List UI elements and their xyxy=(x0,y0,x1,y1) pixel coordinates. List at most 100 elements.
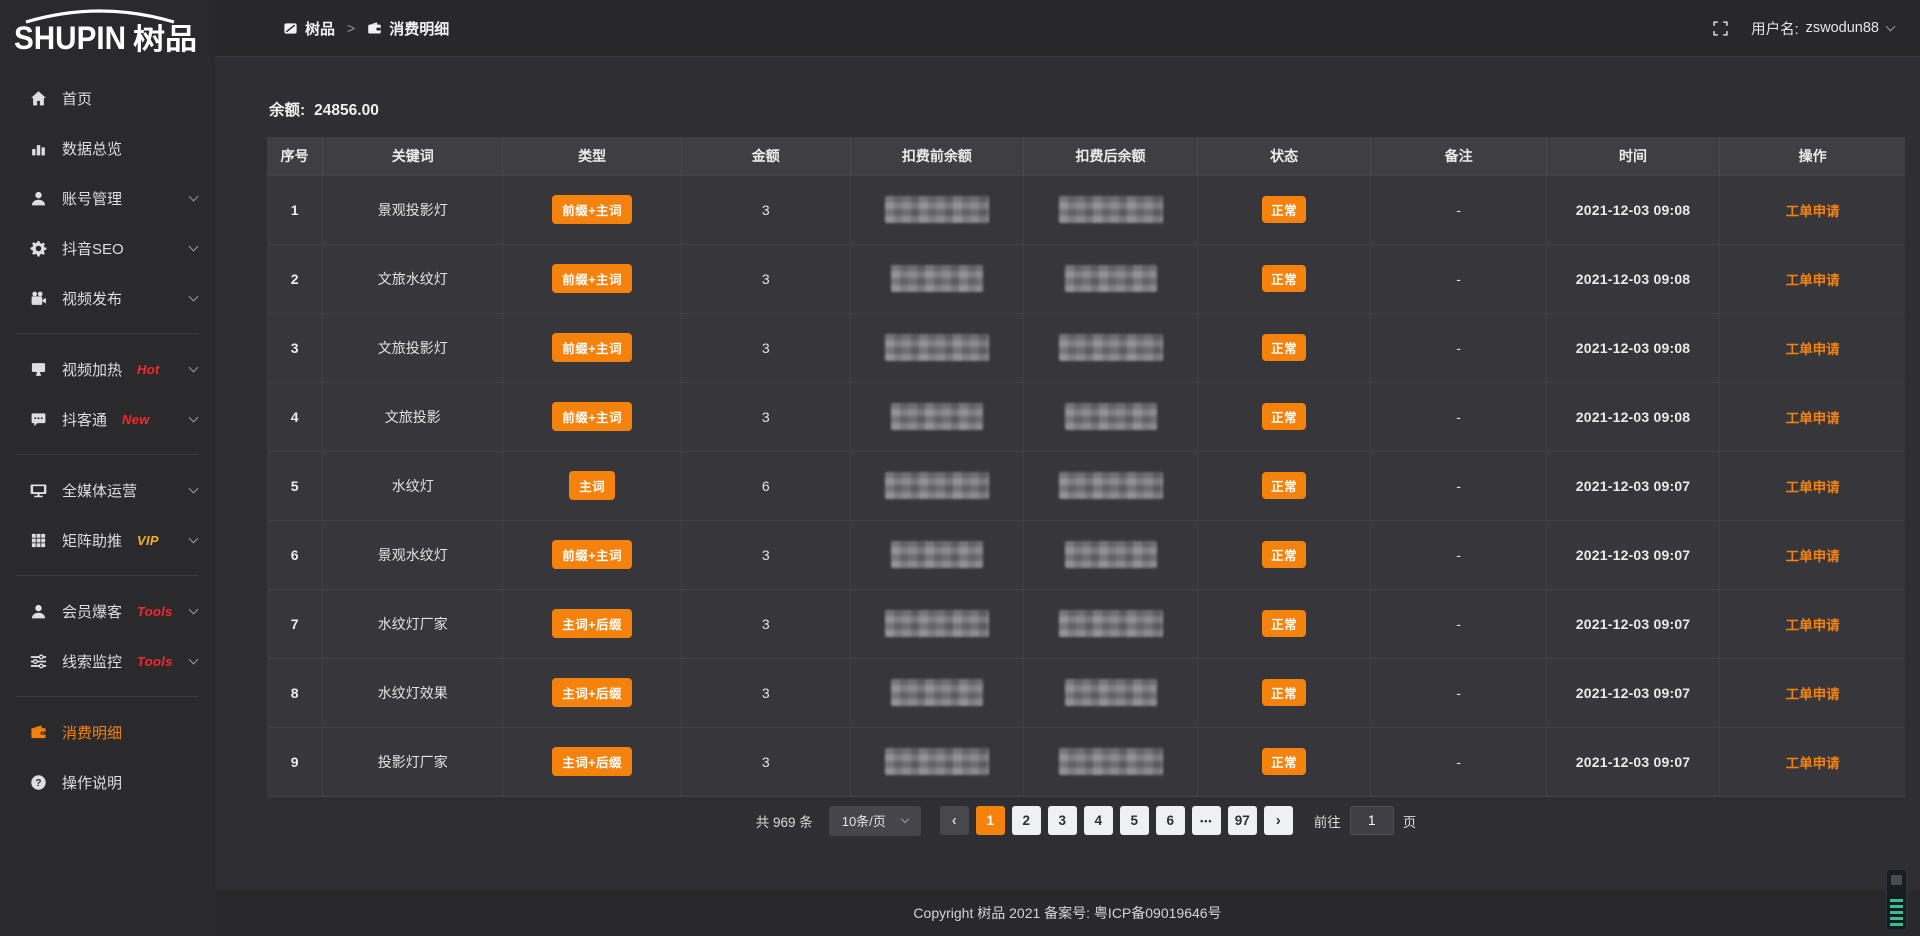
page-button-97[interactable]: 97 xyxy=(1228,806,1257,835)
work-order-link[interactable]: 工单申请 xyxy=(1786,549,1840,564)
next-page-button[interactable]: › xyxy=(1264,806,1293,835)
cell-status: 正常 xyxy=(1197,658,1371,727)
status-badge: 正常 xyxy=(1262,679,1306,706)
goto-page-input[interactable] xyxy=(1350,806,1394,835)
username: zswodun88 xyxy=(1806,20,1879,36)
table-row: 3 文旅投影灯 前缀+主词 3 正常 - 2021-12-03 09:08 工单… xyxy=(267,313,1905,382)
logo[interactable]: SHUPIN 树品 xyxy=(0,0,215,59)
sidebar-item-matrix-boost[interactable]: 矩阵助推 VIP xyxy=(0,515,215,565)
page-button-2[interactable]: 2 xyxy=(1012,806,1041,835)
sidebar-item-instructions[interactable]: ? 操作说明 xyxy=(0,757,215,807)
page-button-6[interactable]: 6 xyxy=(1156,806,1185,835)
cell-action: 工单申请 xyxy=(1720,175,1905,244)
sidebar-item-data-overview[interactable]: 数据总览 xyxy=(0,123,215,173)
cell-type: 前缀+主词 xyxy=(503,175,682,244)
cell-keyword: 投影灯厂家 xyxy=(323,727,503,796)
page-button-4[interactable]: 4 xyxy=(1084,806,1113,835)
cell-no: 1 xyxy=(267,175,323,244)
cell-no: 7 xyxy=(267,589,323,658)
page-button-5[interactable]: 5 xyxy=(1120,806,1149,835)
cell-type: 主词+后缀 xyxy=(503,727,682,796)
cell-action: 工单申请 xyxy=(1720,313,1905,382)
cell-type: 主词+后缀 xyxy=(503,658,682,727)
status-badge: 正常 xyxy=(1262,334,1306,361)
page-size-select[interactable]: 10条/页 xyxy=(829,806,921,836)
sidebar-item-label: 抖客通 xyxy=(62,409,107,430)
more-pages-button[interactable]: ••• xyxy=(1192,806,1221,835)
sidebar-item-home[interactable]: 首页 xyxy=(0,73,215,123)
sidebar-item-video-heating[interactable]: 视频加热 Hot xyxy=(0,344,215,394)
sidebar-item-douyin-seo[interactable]: 抖音SEO xyxy=(0,223,215,273)
sidebar-item-label: 数据总览 xyxy=(62,138,122,159)
pagination: 共 969 条 10条/页 ‹ 1 2 3 4 5 6 ••• 97 › 前往 … xyxy=(267,806,1905,836)
work-order-link[interactable]: 工单申请 xyxy=(1786,273,1840,288)
copyright-text: Copyright 树品 2021 备案号: 粤ICP备09019646号 xyxy=(913,903,1221,923)
breadcrumb-separator: > xyxy=(347,20,355,36)
prev-page-button[interactable]: ‹ xyxy=(940,806,969,835)
sidebar-item-video-publish[interactable]: 视频发布 xyxy=(0,273,215,323)
cell-action: 工单申请 xyxy=(1720,244,1905,313)
work-order-link[interactable]: 工单申请 xyxy=(1786,480,1840,495)
cell-remark: - xyxy=(1371,313,1546,382)
page-button-3[interactable]: 3 xyxy=(1048,806,1077,835)
sidebar-item-label: 账号管理 xyxy=(62,188,122,209)
cell-no: 4 xyxy=(267,382,323,451)
breadcrumb-label: 消费明细 xyxy=(389,18,449,39)
cell-keyword: 景观投影灯 xyxy=(323,175,503,244)
cell-status: 正常 xyxy=(1197,244,1371,313)
sidebar-item-label: 全媒体运营 xyxy=(62,480,137,501)
cell-balance-after xyxy=(1024,175,1198,244)
sidebar-item-doketong[interactable]: 抖客通 New xyxy=(0,394,215,444)
user-menu[interactable]: 用户名: zswodun88 xyxy=(1751,18,1894,39)
chevron-down-icon xyxy=(189,534,199,544)
cell-balance-after xyxy=(1024,589,1198,658)
cell-no: 8 xyxy=(267,658,323,727)
breadcrumb-current[interactable]: 消费明细 xyxy=(367,18,449,39)
cell-keyword: 水纹灯 xyxy=(323,451,503,520)
sidebar-item-consumption-details[interactable]: 消费明细 xyxy=(0,707,215,757)
chevron-down-icon xyxy=(1886,22,1896,32)
sidebar-item-label: 线索监控 xyxy=(62,651,122,672)
fullscreen-icon[interactable] xyxy=(1712,20,1729,37)
status-badge: 正常 xyxy=(1262,610,1306,637)
work-order-link[interactable]: 工单申请 xyxy=(1786,687,1840,702)
status-badge: 正常 xyxy=(1262,748,1306,775)
sidebar-item-label: 首页 xyxy=(62,88,92,109)
col-header-no: 序号 xyxy=(267,137,323,175)
sidebar-item-label: 会员爆客 xyxy=(62,601,122,622)
masked-value xyxy=(885,334,989,361)
cell-no: 6 xyxy=(267,520,323,589)
sidebar-item-omnimedia[interactable]: 全媒体运营 xyxy=(0,465,215,515)
cell-keyword: 文旅投影灯 xyxy=(323,313,503,382)
type-badge: 主词+后缀 xyxy=(552,747,632,776)
hot-badge: Hot xyxy=(137,362,160,377)
logo-text-cn: 树品 xyxy=(133,23,197,55)
cell-remark: - xyxy=(1371,520,1546,589)
sidebar-item-account-mgmt[interactable]: 账号管理 xyxy=(0,173,215,223)
table-row: 8 水纹灯效果 主词+后缀 3 正常 - 2021-12-03 09:07 工单… xyxy=(267,658,1905,727)
cell-remark: - xyxy=(1371,589,1546,658)
chevron-left-icon: ‹ xyxy=(952,813,957,828)
work-order-link[interactable]: 工单申请 xyxy=(1786,411,1840,426)
sidebar-item-lead-monitor[interactable]: 线索监控 Tools xyxy=(0,636,215,686)
work-order-link[interactable]: 工单申请 xyxy=(1786,618,1840,633)
table-row: 6 景观水纹灯 前缀+主词 3 正常 - 2021-12-03 09:07 工单… xyxy=(267,520,1905,589)
cell-remark: - xyxy=(1371,451,1546,520)
masked-value xyxy=(891,265,983,292)
tools-badge: Tools xyxy=(137,654,173,669)
wallet-icon xyxy=(30,724,47,741)
breadcrumb-home[interactable]: 树品 xyxy=(283,18,335,39)
sidebar-item-member-burst[interactable]: 会员爆客 Tools xyxy=(0,586,215,636)
sidebar-divider xyxy=(16,454,199,455)
cell-action: 工单申请 xyxy=(1720,727,1905,796)
cell-time: 2021-12-03 09:08 xyxy=(1546,382,1720,451)
work-order-link[interactable]: 工单申请 xyxy=(1786,342,1840,357)
work-order-link[interactable]: 工单申请 xyxy=(1786,204,1840,219)
page-button-1[interactable]: 1 xyxy=(976,806,1005,835)
cell-type: 前缀+主词 xyxy=(503,520,682,589)
sidebar-menu: 首页 数据总览 账号管理 抖音SEO 视频发布 视频加热 Hot xyxy=(0,59,215,807)
type-badge: 前缀+主词 xyxy=(552,333,632,362)
cell-status: 正常 xyxy=(1197,382,1371,451)
status-badge: 正常 xyxy=(1262,472,1306,499)
work-order-link[interactable]: 工单申请 xyxy=(1786,756,1840,771)
